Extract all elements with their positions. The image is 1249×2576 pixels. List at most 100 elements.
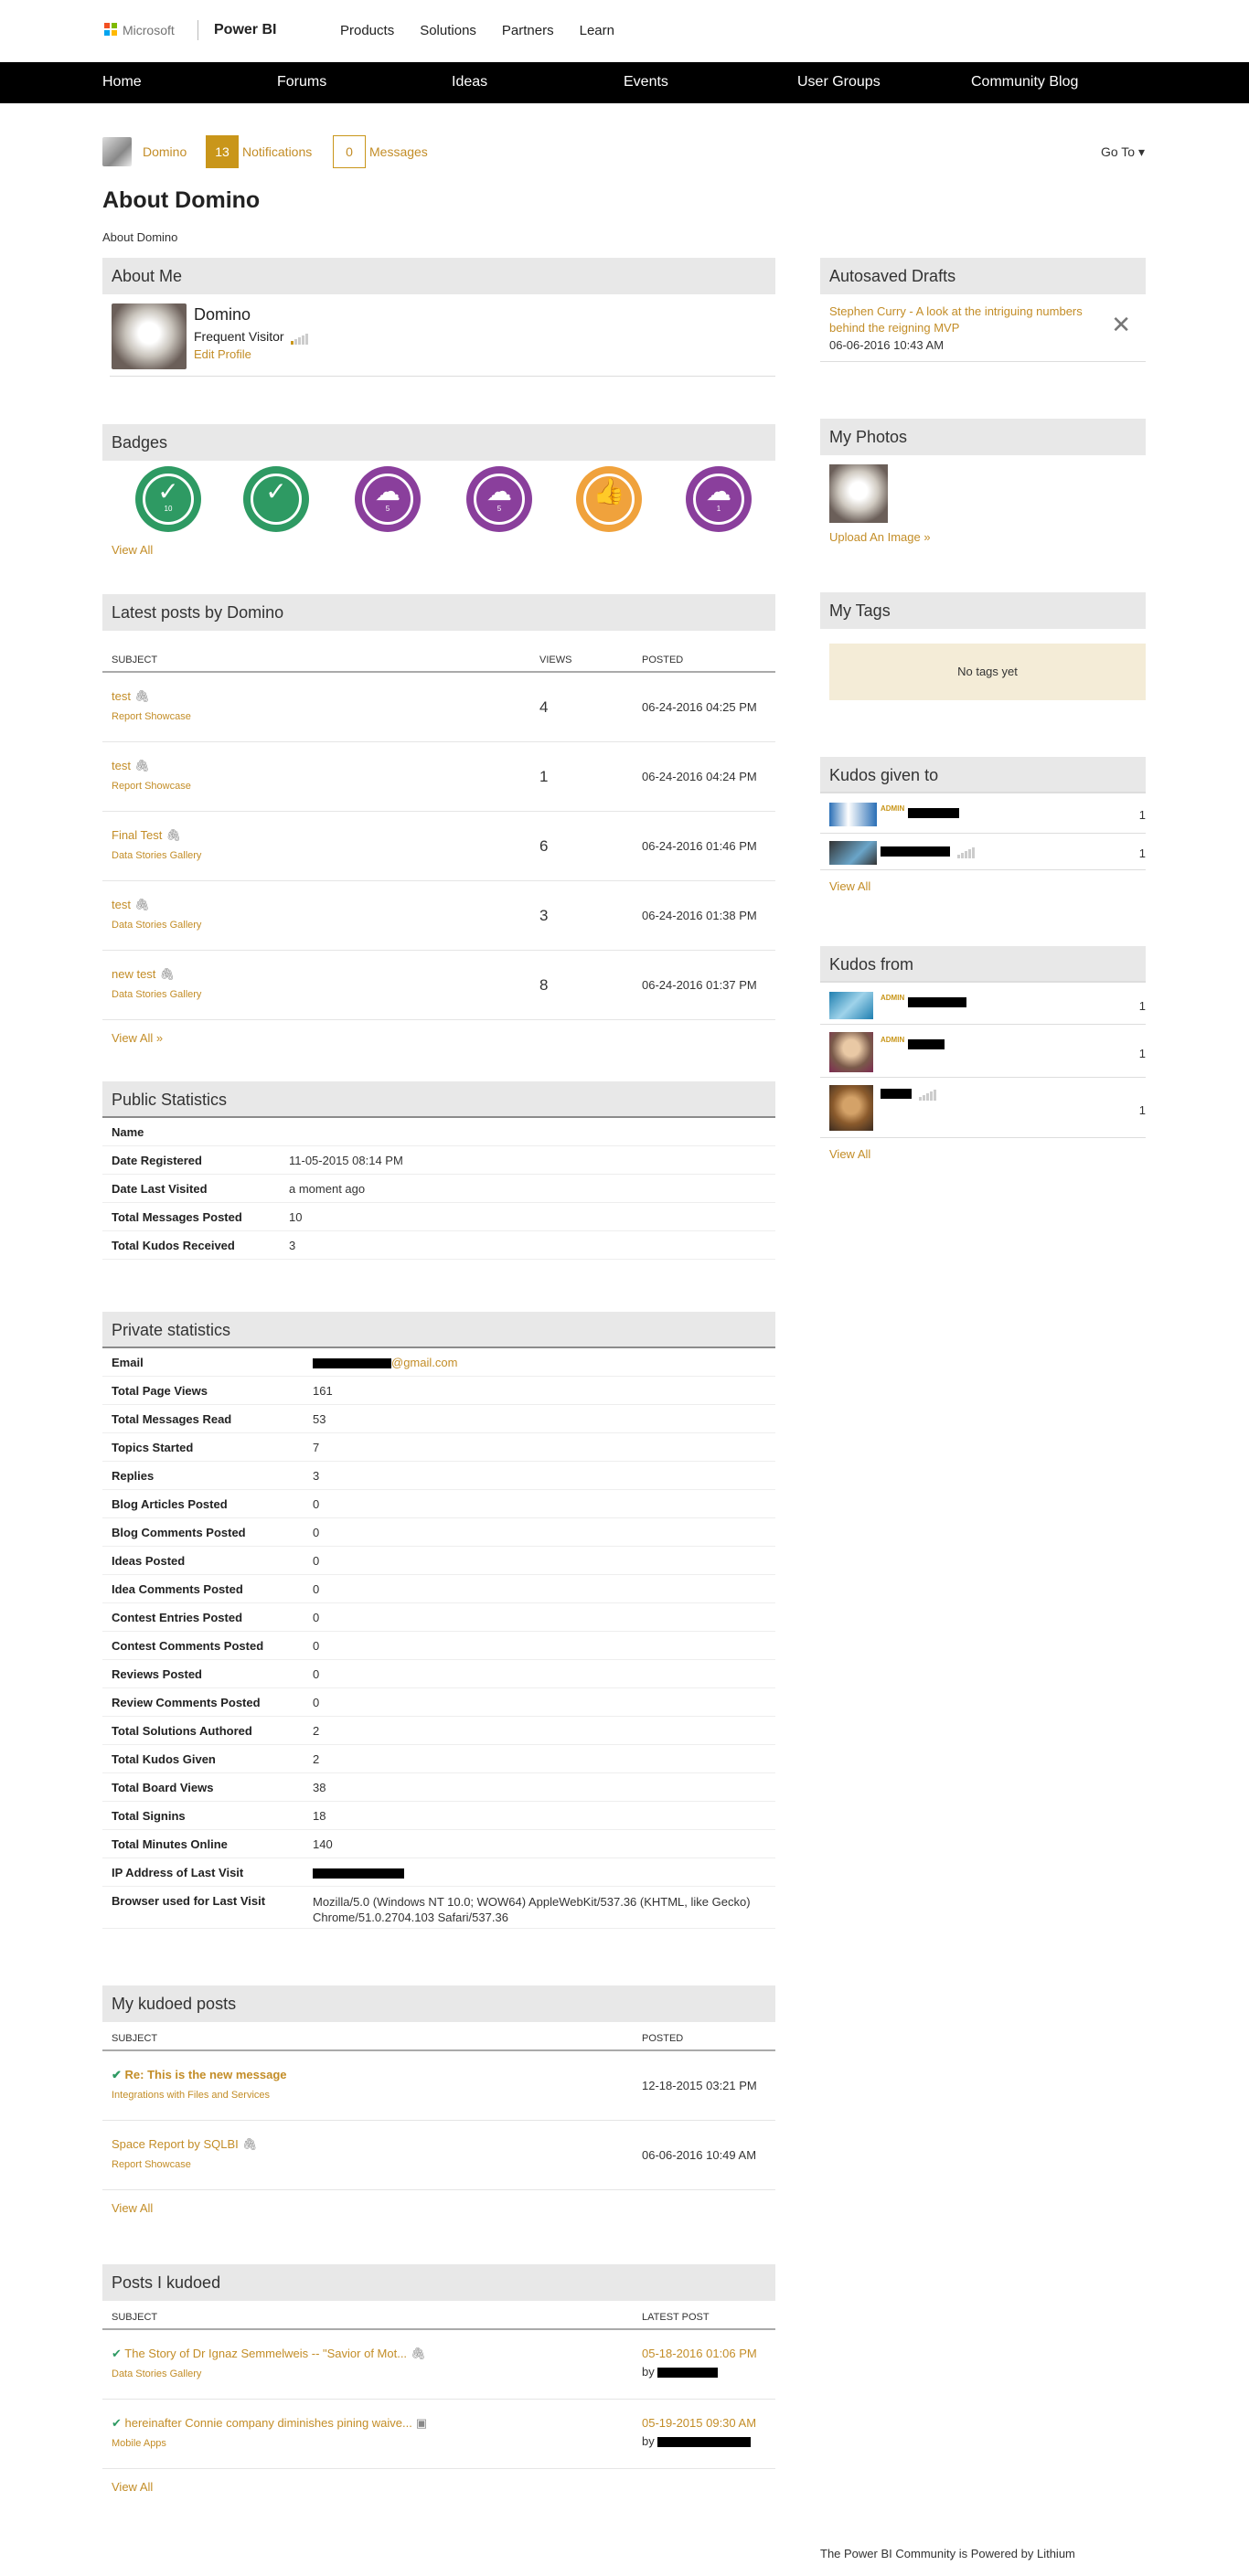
latest-post-by: by: [642, 2434, 752, 2448]
messages-link[interactable]: Messages: [369, 144, 428, 159]
nav-home[interactable]: Home: [102, 74, 142, 90]
table-row: Final Test 🖇 Data Stories Gallery 6 06-24…: [102, 812, 775, 881]
badge-cloud-icon[interactable]: ☁ 5: [466, 466, 532, 532]
badge-check-icon[interactable]: ✓: [243, 466, 309, 532]
user-name-link[interactable]: Domino: [143, 144, 187, 159]
rank-bars-icon: [291, 330, 309, 346]
microsoft-logo-icon[interactable]: [104, 23, 117, 36]
goto-dropdown[interactable]: Go To ▾: [1101, 144, 1145, 160]
post-board-link[interactable]: Data Stories Gallery: [112, 920, 201, 931]
stat-row: Date Last Visited a moment ago: [102, 1175, 775, 1203]
stat-row: Total Kudos Given 2: [102, 1745, 775, 1773]
ikudoed-view-all[interactable]: View All: [102, 2480, 775, 2494]
nav-events[interactable]: Events: [624, 74, 668, 90]
private-stats-heading: Private statistics: [102, 1312, 775, 1348]
post-date: 06-24-2016 04:24 PM: [642, 770, 757, 783]
avatar[interactable]: [829, 1085, 873, 1131]
kudos-count: 1: [1138, 808, 1146, 822]
edit-profile-link[interactable]: Edit Profile: [194, 347, 251, 361]
post-subject-link[interactable]: new test 🖇: [112, 967, 175, 982]
avatar[interactable]: [829, 992, 873, 1019]
post-board-link[interactable]: Report Showcase: [112, 711, 191, 722]
post-subject-link[interactable]: test 🖇: [112, 689, 149, 704]
latest-posts-heading: Latest posts by Domino: [102, 594, 775, 631]
nav-community-blog[interactable]: Community Blog: [971, 74, 1078, 90]
top-link-learn[interactable]: Learn: [580, 23, 614, 38]
stat-row: Contest Comments Posted 0: [102, 1632, 775, 1660]
post-date: 12-18-2015 03:21 PM: [642, 2079, 757, 2092]
redacted-block: [881, 1089, 912, 1099]
post-board-link[interactable]: Integrations with Files and Services: [112, 2090, 270, 2101]
top-links: Products Solutions Partners Learn: [340, 23, 640, 38]
kudos-count: 1: [1138, 846, 1146, 860]
badge-cloud-icon[interactable]: ☁ 5: [355, 466, 421, 532]
avatar[interactable]: [829, 841, 877, 865]
nav-forums[interactable]: Forums: [277, 74, 326, 90]
col-latest-post: LATEST POST: [642, 2312, 710, 2323]
post-views: 1: [539, 768, 549, 785]
stat-row: Blog Comments Posted 0: [102, 1518, 775, 1547]
attachment-icon: 🖇: [133, 759, 150, 772]
nav-ideas[interactable]: Ideas: [452, 74, 487, 90]
kudos-given-view-all[interactable]: View All: [820, 879, 1146, 893]
draft-title-link[interactable]: Stephen Curry - A look at the intriguing…: [829, 303, 1113, 336]
table-row: ✔ hereinafter Connie company diminishes …: [102, 2400, 775, 2469]
product-name[interactable]: Power BI: [214, 22, 276, 38]
post-subject-link[interactable]: ✔ The Story of Dr Ignaz Semmelweis -- "S…: [112, 2347, 426, 2361]
nav-user-groups[interactable]: User Groups: [797, 74, 881, 90]
post-board-link[interactable]: Report Showcase: [112, 2159, 191, 2170]
badge-thumbs-up-icon[interactable]: 👍: [576, 466, 642, 532]
kudos-from-view-all[interactable]: View All: [820, 1147, 1146, 1161]
kudos-row: 1: [820, 1078, 1146, 1138]
upload-image-link[interactable]: Upload An Image »: [829, 530, 931, 544]
post-subject-link[interactable]: ✔ Re: This is the new message: [112, 2068, 287, 2082]
post-subject-link[interactable]: test 🖇: [112, 759, 149, 773]
badges-heading: Badges: [102, 424, 775, 461]
notifications-link[interactable]: Notifications: [242, 144, 312, 159]
post-board-link[interactable]: Report Showcase: [112, 781, 191, 792]
messages-count[interactable]: 0: [333, 135, 366, 168]
latest-post-date[interactable]: 05-18-2016 01:06 PM: [642, 2347, 757, 2360]
stat-row: Total Board Views 38: [102, 1773, 775, 1802]
top-link-partners[interactable]: Partners: [502, 23, 554, 38]
latest-view-all[interactable]: View All »: [102, 1031, 775, 1045]
solved-check-icon: ✔: [112, 2068, 125, 2081]
no-tags-message: No tags yet: [829, 644, 1146, 700]
avatar[interactable]: [829, 1032, 873, 1072]
photo-thumbnail[interactable]: [829, 464, 888, 523]
redacted-block: [657, 2368, 719, 2379]
stat-row: Reviews Posted 0: [102, 1660, 775, 1688]
post-views: 3: [539, 907, 549, 924]
table-row: ✔ The Story of Dr Ignaz Semmelweis -- "S…: [102, 2330, 775, 2400]
close-icon[interactable]: ✕: [1111, 311, 1131, 339]
badge-check-icon[interactable]: ✓ 10: [135, 466, 201, 532]
avatar[interactable]: [102, 137, 132, 166]
attachment-icon: 🖇: [165, 828, 181, 842]
latest-post-date[interactable]: 05-19-2015 09:30 AM: [642, 2416, 756, 2430]
draft-date: 06-06-2016 10:43 AM: [829, 338, 945, 352]
post-subject-link[interactable]: Final Test 🖇: [112, 828, 181, 843]
col-subject: SUBJECT: [112, 2312, 158, 2323]
post-subject-link[interactable]: test 🖇: [112, 898, 149, 912]
post-board-link[interactable]: Data Stories Gallery: [112, 2368, 201, 2379]
admin-badge: ADMIN: [881, 994, 905, 1002]
post-subject-link[interactable]: Space Report by SQLBI 🖇: [112, 2137, 257, 2152]
check-icon: ✔: [112, 2347, 125, 2360]
microsoft-label[interactable]: Microsoft: [123, 23, 175, 37]
post-board-link[interactable]: Data Stories Gallery: [112, 850, 201, 861]
kudoed-view-all[interactable]: View All: [102, 2201, 775, 2215]
notifications-count[interactable]: 13: [206, 135, 239, 168]
post-board-link[interactable]: Mobile Apps: [112, 2438, 166, 2449]
top-link-solutions[interactable]: Solutions: [420, 23, 476, 38]
stat-row: Replies 3: [102, 1462, 775, 1490]
email-link[interactable]: @gmail.com: [391, 1356, 457, 1369]
post-subject-link[interactable]: ✔ hereinafter Connie company diminishes …: [112, 2416, 427, 2431]
post-board-link[interactable]: Data Stories Gallery: [112, 989, 201, 1000]
badges-view-all[interactable]: View All: [102, 543, 775, 557]
badge-cloud-icon[interactable]: ☁ 1: [686, 466, 752, 532]
caret-down-icon: ▾: [1137, 144, 1145, 159]
avatar[interactable]: [829, 803, 877, 826]
top-link-products[interactable]: Products: [340, 23, 394, 38]
redacted-block: [881, 846, 950, 857]
goto-label: Go To: [1100, 144, 1136, 159]
